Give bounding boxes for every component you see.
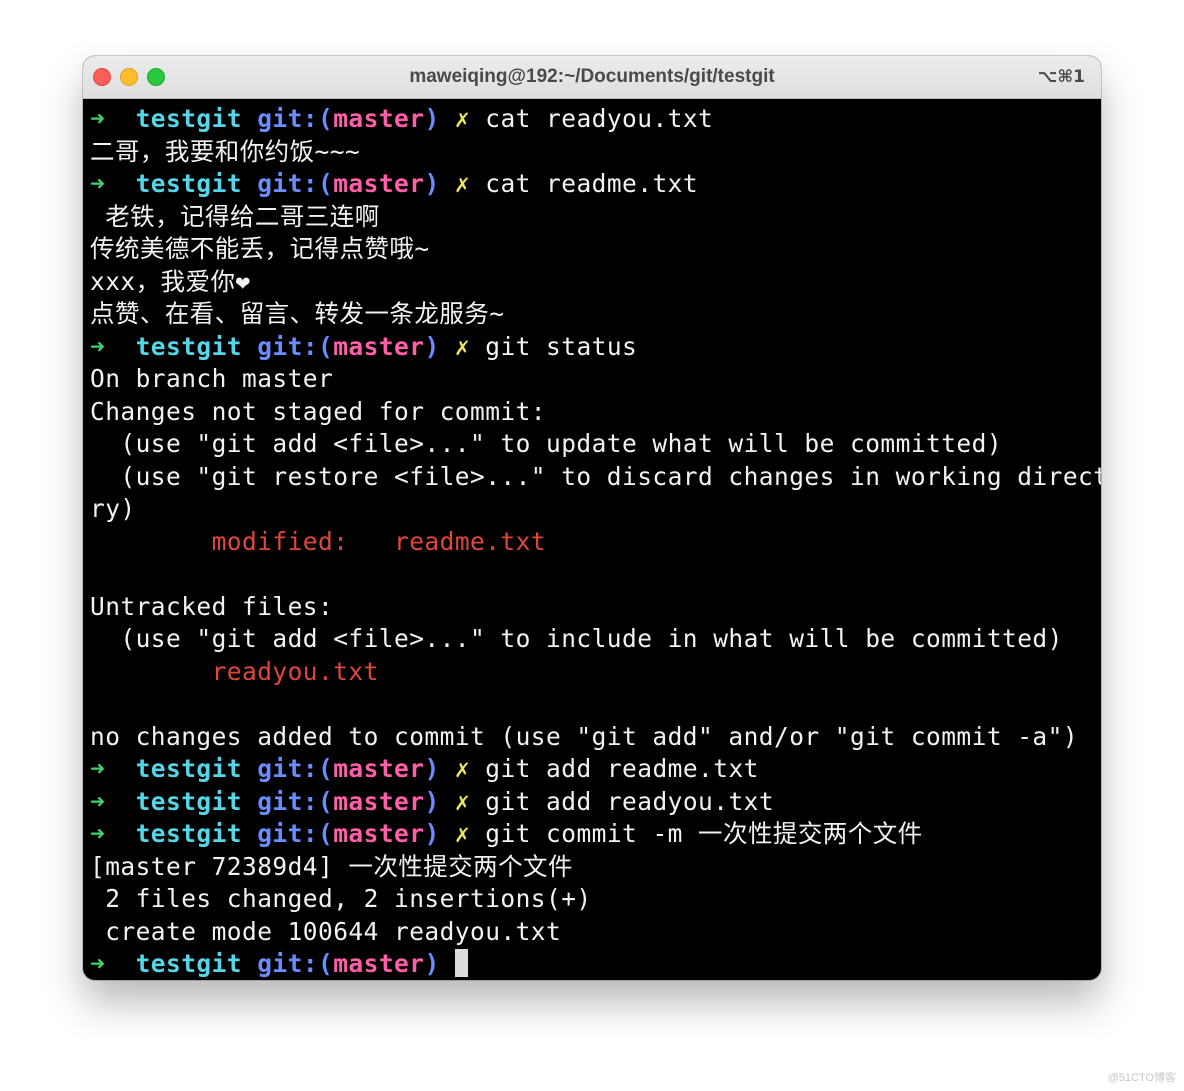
prompt-arrow-icon: ➜: [90, 819, 106, 848]
prompt-arrow-icon: ➜: [90, 104, 106, 133]
command-text: git add readme.txt: [485, 754, 759, 783]
modified-file: readme.txt: [394, 526, 547, 556]
dirty-mark-icon: ✗: [454, 169, 471, 198]
output-line: 老铁，记得给二哥三连啊: [90, 201, 380, 231]
modified-line: modified: readme.txt: [90, 526, 1101, 559]
prompt-branch: master: [333, 169, 425, 198]
dirty-mark-icon: ✗: [454, 754, 471, 783]
output-line: Changes not staged for commit:: [90, 396, 547, 426]
prompt-git: git:(: [257, 786, 334, 816]
prompt-dir: testgit: [135, 786, 243, 816]
prompt-line-current[interactable]: ➜ testgit git:(master): [90, 948, 1101, 980]
output-line: (use "git restore <file>..." to discard …: [90, 461, 1101, 491]
output-line: create mode 100644 readyou.txt: [90, 916, 562, 946]
prompt-branch: master: [333, 104, 425, 133]
untracked-file: readyou.txt: [211, 656, 379, 686]
untracked-line: readyou.txt: [90, 656, 1101, 689]
prompt-arrow-icon: ➜: [90, 786, 106, 816]
prompt-close-paren: ): [424, 754, 440, 783]
prompt-arrow-icon: ➜: [90, 949, 106, 978]
prompt-branch: master: [333, 786, 425, 816]
command-text: git add readyou.txt: [485, 786, 775, 816]
output-line: xxx，我爱你❤: [90, 266, 251, 296]
window-shortcut: ⌥⌘1: [1037, 67, 1085, 87]
output-line: 二哥，我要和你约饭~~~: [90, 136, 361, 166]
command-text: git commit -m 一次性提交两个文件: [485, 819, 923, 848]
prompt-dir: testgit: [135, 754, 243, 783]
prompt-branch: master: [333, 949, 425, 978]
output-line: On branch master: [90, 364, 334, 393]
prompt-git: git:(: [257, 754, 334, 783]
dirty-mark-icon: ✗: [454, 104, 471, 133]
prompt-git: git:(: [257, 104, 334, 133]
prompt-dir: testgit: [135, 819, 243, 848]
prompt-line: ➜ testgit git:(master) ✗ git commit -m 一…: [90, 818, 1101, 851]
terminal-output[interactable]: ➜ testgit git:(master) ✗ cat readyou.txt…: [83, 99, 1101, 980]
prompt-line: ➜ testgit git:(master) ✗ cat readyou.txt: [90, 103, 1101, 136]
output-line: [master 72389d4] 一次性提交两个文件: [90, 851, 573, 881]
output-line: Untracked files:: [90, 591, 334, 621]
dirty-mark-icon: ✗: [454, 786, 471, 816]
prompt-arrow-icon: ➜: [90, 754, 106, 783]
prompt-dir: testgit: [135, 169, 243, 198]
prompt-close-paren: ): [424, 786, 440, 816]
prompt-close-paren: ): [424, 819, 440, 848]
output-line: 点赞、在看、留言、转发一条龙服务~: [90, 299, 505, 328]
prompt-branch: master: [333, 819, 425, 848]
prompt-close-paren: ): [424, 169, 440, 198]
prompt-dir: testgit: [135, 104, 243, 133]
prompt-line: ➜ testgit git:(master) ✗ cat readme.txt: [90, 168, 1101, 201]
prompt-branch: master: [333, 754, 425, 783]
title-bar[interactable]: maweiqing@192:~/Documents/git/testgit ⌥⌘…: [83, 56, 1101, 99]
output-line: 2 files changed, 2 insertions(+): [90, 884, 592, 913]
prompt-git: git:(: [257, 949, 334, 978]
modified-label: modified:: [211, 526, 349, 556]
prompt-arrow-icon: ➜: [90, 169, 106, 198]
prompt-git: git:(: [257, 819, 334, 848]
output-line: 传统美德不能丢，记得点赞哦~: [90, 234, 430, 263]
prompt-line: ➜ testgit git:(master) ✗ git add readme.…: [90, 753, 1101, 786]
prompt-dir: testgit: [135, 949, 243, 978]
output-line: no changes added to commit (use "git add…: [90, 721, 1079, 751]
dirty-mark-icon: ✗: [454, 331, 471, 361]
command-text: cat readyou.txt: [485, 104, 714, 133]
prompt-branch: master: [333, 331, 425, 361]
command-text: git status: [485, 331, 638, 361]
command-text: cat readme.txt: [485, 169, 699, 198]
output-line: ry): [90, 494, 136, 523]
watermark: @51CTO博客: [1107, 1072, 1176, 1084]
prompt-dir: testgit: [135, 331, 243, 361]
text-cursor[interactable]: [454, 949, 468, 977]
terminal-window: maweiqing@192:~/Documents/git/testgit ⌥⌘…: [83, 56, 1101, 980]
prompt-close-paren: ): [424, 331, 440, 361]
prompt-arrow-icon: ➜: [90, 331, 106, 361]
prompt-line: ➜ testgit git:(master) ✗ git add readyou…: [90, 786, 1101, 819]
output-line: (use "git add <file>..." to include in w…: [90, 624, 1063, 653]
dirty-mark-icon: ✗: [454, 819, 471, 848]
prompt-close-paren: ): [424, 949, 440, 978]
prompt-git: git:(: [257, 331, 334, 361]
window-title: maweiqing@192:~/Documents/git/testgit: [409, 66, 775, 87]
prompt-line: ➜ testgit git:(master) ✗ git status: [90, 331, 1101, 364]
output-line: (use "git add <file>..." to update what …: [90, 429, 1003, 458]
prompt-close-paren: ): [424, 104, 440, 133]
prompt-git: git:(: [257, 169, 334, 198]
